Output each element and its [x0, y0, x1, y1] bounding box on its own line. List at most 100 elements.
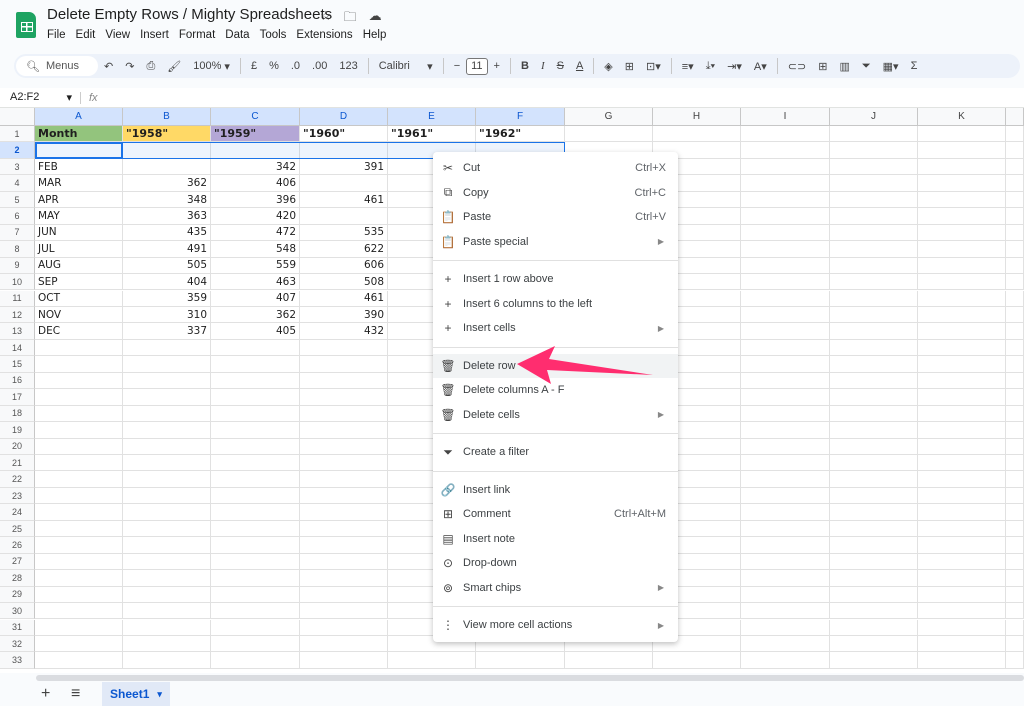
cell[interactable] — [35, 603, 123, 620]
insert-comment-icon[interactable]: ⊞ — [812, 56, 833, 76]
cell[interactable] — [830, 274, 918, 291]
cell[interactable] — [830, 339, 918, 357]
row-header-6[interactable]: 6 — [0, 208, 35, 225]
cell[interactable] — [741, 290, 830, 307]
strikethrough-icon[interactable]: S — [551, 56, 570, 76]
cell[interactable] — [830, 257, 918, 275]
menu-item-smart-chips[interactable]: ⊚ Smart chips ▶ — [433, 576, 678, 600]
cell[interactable] — [35, 438, 123, 455]
cell[interactable] — [300, 619, 388, 636]
cell[interactable] — [830, 504, 918, 521]
cell[interactable] — [300, 372, 388, 390]
menu-item-comment[interactable]: ⊞ Comment Ctrl+Alt+M — [433, 502, 678, 526]
cell-d13[interactable]: 432 — [300, 323, 388, 340]
cell-c5[interactable]: 396 — [211, 191, 300, 209]
column-header-b[interactable]: B — [123, 108, 211, 126]
cell[interactable] — [35, 619, 123, 636]
column-header-e[interactable]: E — [388, 108, 476, 126]
corner-select-all[interactable] — [0, 108, 35, 126]
cell[interactable] — [830, 224, 918, 242]
menu-item-insert-link[interactable]: 🔗 Insert link — [433, 478, 678, 502]
cell[interactable] — [918, 504, 1006, 521]
cell[interactable] — [741, 175, 830, 192]
row-header-3[interactable]: 3 — [0, 158, 35, 176]
cell[interactable] — [741, 405, 830, 423]
menus-search[interactable]: 🔍︎ Menus — [16, 56, 98, 76]
cell[interactable] — [300, 471, 388, 488]
increase-decimal-button[interactable]: .00 — [306, 56, 333, 76]
row-header-19[interactable]: 19 — [0, 422, 35, 439]
bold-icon[interactable]: B — [515, 56, 535, 76]
cell[interactable] — [211, 603, 300, 620]
cell-b10[interactable]: 404 — [123, 274, 211, 291]
row-header-22[interactable]: 22 — [0, 471, 35, 488]
cell[interactable] — [918, 257, 1006, 275]
cell[interactable] — [123, 652, 211, 669]
cell[interactable] — [830, 208, 918, 225]
star-icon[interactable]: ☆ — [320, 8, 332, 30]
row-header-29[interactable]: 29 — [0, 586, 35, 604]
add-sheet-button[interactable]: + — [41, 685, 50, 703]
cell[interactable] — [741, 635, 830, 653]
cell[interactable] — [918, 389, 1006, 406]
cell-a11[interactable]: OCT — [35, 290, 123, 307]
cell[interactable] — [741, 356, 830, 373]
cell-b5[interactable]: 348 — [123, 191, 211, 209]
cell[interactable] — [35, 339, 123, 357]
cell[interactable] — [918, 570, 1006, 587]
cell[interactable] — [211, 586, 300, 604]
cell[interactable] — [741, 537, 830, 554]
cell[interactable] — [211, 553, 300, 571]
column-header-f[interactable]: F — [476, 108, 565, 126]
cell[interactable] — [918, 422, 1006, 439]
cell[interactable] — [300, 356, 388, 373]
insert-chart-icon[interactable]: ▥ — [833, 56, 855, 76]
row-header-23[interactable]: 23 — [0, 487, 35, 505]
cell-c13[interactable]: 405 — [211, 323, 300, 340]
cell-b3[interactable] — [123, 158, 211, 176]
menu-item-paste-special[interactable]: 📋 Paste special ▶ — [433, 230, 678, 254]
cell[interactable] — [123, 619, 211, 636]
cell[interactable] — [211, 389, 300, 406]
cell[interactable] — [300, 586, 388, 604]
cell[interactable] — [1006, 520, 1024, 538]
cell[interactable] — [565, 126, 653, 143]
cell[interactable] — [918, 635, 1006, 653]
cell[interactable] — [830, 487, 918, 505]
cell[interactable] — [123, 537, 211, 554]
cell[interactable] — [741, 487, 830, 505]
header-cell-f[interactable]: "1962" — [476, 126, 565, 143]
cell[interactable] — [741, 586, 830, 604]
cell[interactable] — [918, 471, 1006, 488]
cell-d5[interactable]: 461 — [300, 191, 388, 209]
cell-c11[interactable]: 407 — [211, 290, 300, 307]
cell[interactable] — [653, 652, 741, 669]
row-header-32[interactable]: 32 — [0, 635, 35, 653]
menu-item-create-a-filter[interactable]: ⏷ Create a filter — [433, 440, 678, 464]
cell[interactable] — [918, 274, 1006, 291]
cell[interactable] — [741, 224, 830, 242]
cell[interactable] — [300, 405, 388, 423]
font-select[interactable]: Calibri ▾ — [373, 56, 439, 76]
cell[interactable] — [1006, 306, 1024, 324]
cell[interactable] — [830, 422, 918, 439]
cell[interactable] — [918, 208, 1006, 225]
cell[interactable] — [35, 570, 123, 587]
menu-insert[interactable]: Insert — [140, 29, 169, 41]
cell-b8[interactable]: 491 — [123, 241, 211, 258]
cell[interactable] — [830, 471, 918, 488]
header-cell-b[interactable]: "1958" — [123, 126, 211, 143]
cell[interactable] — [35, 389, 123, 406]
cell-a9[interactable]: AUG — [35, 257, 123, 275]
cell[interactable] — [123, 520, 211, 538]
cell[interactable] — [1006, 175, 1024, 192]
name-box[interactable]: A2:F2 ▾ — [0, 91, 80, 104]
cell-a3[interactable]: FEB — [35, 158, 123, 176]
cell-d6[interactable] — [300, 208, 388, 225]
formula-input[interactable] — [98, 89, 1024, 107]
cell[interactable] — [918, 520, 1006, 538]
cell[interactable] — [830, 603, 918, 620]
row-header-31[interactable]: 31 — [0, 619, 35, 636]
cell[interactable] — [123, 438, 211, 455]
cell[interactable] — [1006, 438, 1024, 455]
